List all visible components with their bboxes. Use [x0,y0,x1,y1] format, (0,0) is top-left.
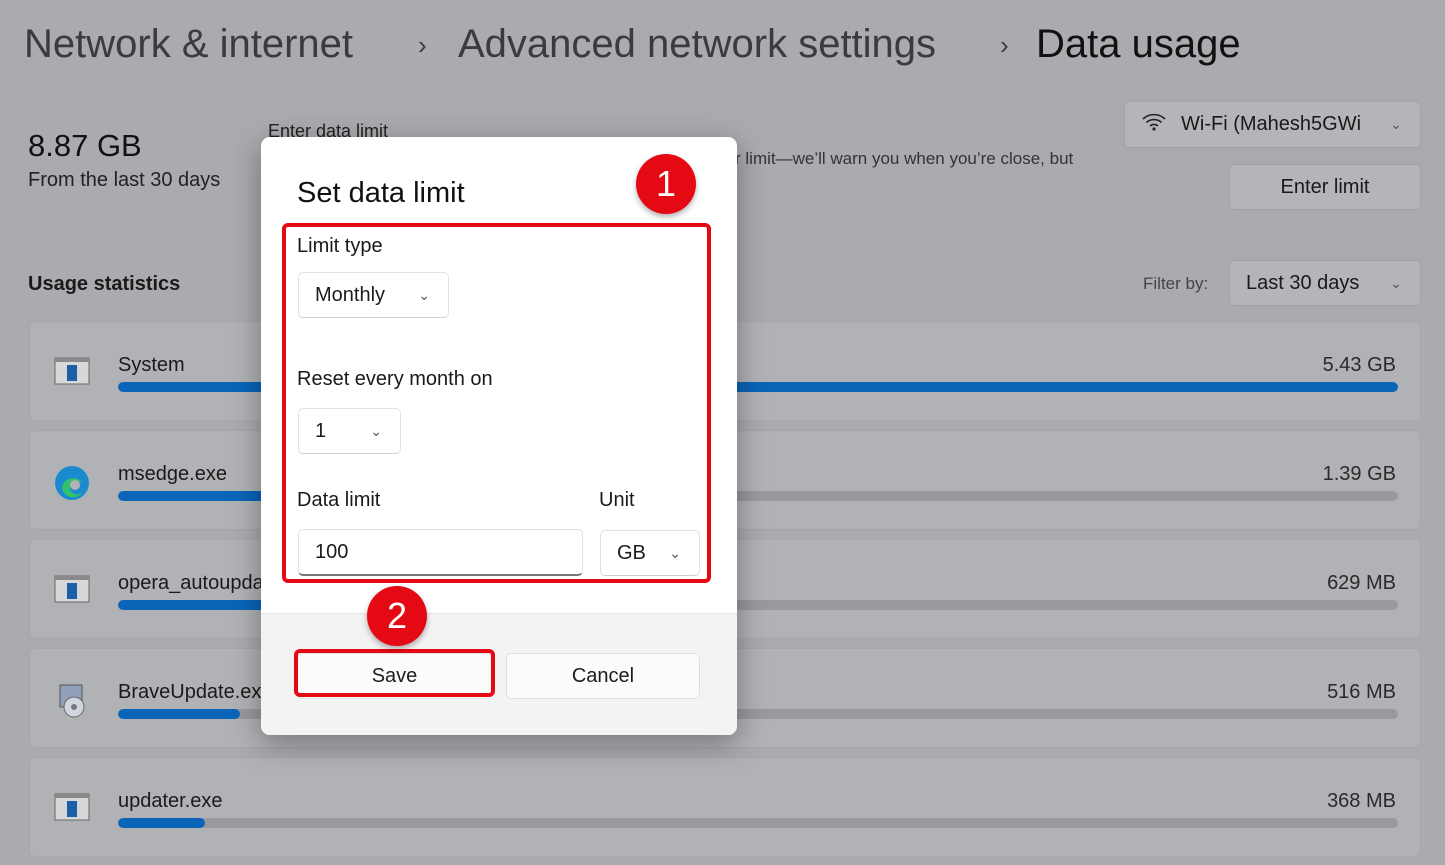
enter-limit-button[interactable]: Enter limit [1229,164,1421,210]
wifi-icon [1141,112,1167,138]
app-name: msedge.exe [118,463,227,485]
annotation-box-1 [282,223,711,583]
app-usage-row[interactable]: updater.exe 368 MB [29,757,1421,857]
app-name: updater.exe [118,790,223,812]
breadcrumb-network-internet[interactable]: Network & internet [24,22,353,67]
filter-label: Filter by: [1143,274,1209,293]
chevron-down-icon: ⌄ [1390,116,1402,132]
app-window-icon [54,356,90,386]
usage-statistics-title: Usage statistics [28,273,181,295]
chevron-down-icon: ⌄ [1390,274,1402,291]
usage-bar-fill [118,818,206,828]
page-title: Data usage [1036,22,1241,66]
cancel-button[interactable]: Cancel [506,653,700,699]
network-select-value: Wi-Fi (Mahesh5GWi [1181,113,1362,135]
app-size: 629 MB [1327,572,1396,594]
usage-period: From the last 30 days [28,169,221,191]
app-size: 5.43 GB [1322,354,1396,376]
network-select[interactable]: Wi-Fi (Mahesh5GWi ⌄ [1124,101,1421,148]
limit-description: r limit—we’ll warn you when you’re close… [735,149,1074,168]
app-size: 516 MB [1327,681,1396,703]
annotation-box-2 [294,649,495,697]
edge-icon [54,465,90,500]
annotation-badge-1: 1 [636,154,696,214]
chevron-right-icon: › [1000,30,1009,60]
app-window-icon [54,574,90,604]
chevron-right-icon: › [418,30,427,60]
usage-bar [118,818,1398,828]
usage-bar-fill [118,600,267,610]
filter-select[interactable]: Last 30 days ⌄ [1229,260,1421,306]
filter-value: Last 30 days [1246,271,1360,294]
app-size: 368 MB [1327,790,1396,812]
app-name: System [118,354,185,376]
total-usage: 8.87 GB [28,128,142,163]
annotation-badge-2: 2 [367,586,427,646]
app-window-icon [54,792,90,822]
dialog-title: Set data limit [297,177,465,209]
app-name: opera_autoupda [118,572,264,594]
usage-bar-fill [118,709,240,719]
breadcrumb-advanced-network-settings[interactable]: Advanced network settings [458,22,936,67]
app-size: 1.39 GB [1322,463,1396,485]
app-name: BraveUpdate.ex [118,681,262,703]
installer-icon [54,683,90,718]
